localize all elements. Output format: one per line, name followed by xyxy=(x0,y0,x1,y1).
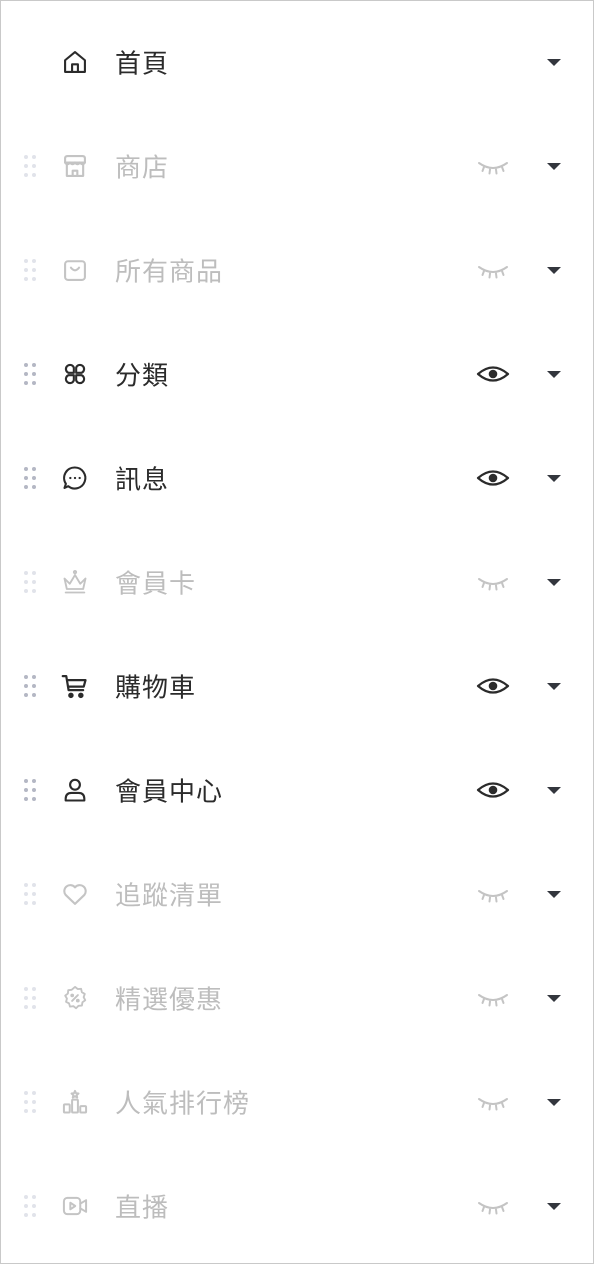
menu-item-label: 會員卡 xyxy=(115,569,197,600)
menu-item-label: 訊息 xyxy=(115,465,170,496)
drag-handle-icon[interactable] xyxy=(24,259,38,281)
eye-closed-icon[interactable] xyxy=(475,880,511,908)
eye-open-icon[interactable] xyxy=(475,776,511,804)
menu-item-label: 首頁 xyxy=(115,49,170,80)
store-icon xyxy=(61,152,89,180)
caret-down-icon[interactable] xyxy=(547,163,561,170)
menu-item[interactable]: 分類 xyxy=(1,322,593,426)
drag-handle-icon[interactable] xyxy=(24,883,38,905)
drag-handle-icon[interactable] xyxy=(24,1091,38,1113)
discount-badge-icon xyxy=(61,984,89,1012)
caret-down-icon[interactable] xyxy=(547,787,561,794)
menu-item[interactable]: 商店 xyxy=(1,114,593,218)
video-camera-icon xyxy=(61,1192,89,1220)
cart-icon xyxy=(61,672,89,700)
menu-item-label: 會員中心 xyxy=(115,777,224,808)
caret-down-icon[interactable] xyxy=(547,267,561,274)
caret-down-icon[interactable] xyxy=(547,579,561,586)
drag-handle-icon[interactable] xyxy=(24,987,38,1009)
drag-handle-icon[interactable] xyxy=(24,1195,38,1217)
caret-down-icon[interactable] xyxy=(547,59,561,66)
drag-handle-icon[interactable] xyxy=(24,467,38,489)
category-grid-icon xyxy=(61,360,89,388)
eye-open-icon[interactable] xyxy=(475,360,511,388)
caret-down-icon[interactable] xyxy=(547,1203,561,1210)
menu-settings-panel: 首頁商店所有商品分類訊息會員卡購物車會員中心追蹤清單精選優惠人氣排行榜直播 xyxy=(0,0,594,1264)
heart-icon xyxy=(61,880,89,908)
menu-item-label: 追蹤清單 xyxy=(115,881,224,912)
caret-down-icon[interactable] xyxy=(547,891,561,898)
menu-item-label: 直播 xyxy=(115,1193,170,1224)
caret-down-icon[interactable] xyxy=(547,1099,561,1106)
drag-handle-icon[interactable] xyxy=(24,571,38,593)
ranking-podium-icon xyxy=(61,1088,89,1116)
drag-handle-icon[interactable] xyxy=(24,675,38,697)
eye-open-icon[interactable] xyxy=(475,672,511,700)
menu-item[interactable]: 會員中心 xyxy=(1,738,593,842)
menu-item-label: 精選優惠 xyxy=(115,985,224,1016)
menu-list: 首頁商店所有商品分類訊息會員卡購物車會員中心追蹤清單精選優惠人氣排行榜直播 xyxy=(1,10,593,1258)
eye-open-icon[interactable] xyxy=(475,464,511,492)
menu-item-label: 分類 xyxy=(115,361,170,392)
user-icon xyxy=(61,776,89,804)
drag-handle-icon[interactable] xyxy=(24,779,38,801)
caret-down-icon[interactable] xyxy=(547,371,561,378)
menu-item[interactable]: 首頁 xyxy=(1,10,593,114)
menu-item[interactable]: 訊息 xyxy=(1,426,593,530)
menu-item-label: 購物車 xyxy=(115,673,197,704)
menu-item-label: 商店 xyxy=(115,153,170,184)
menu-item-label: 所有商品 xyxy=(115,257,224,288)
crown-icon xyxy=(61,568,89,596)
eye-closed-icon[interactable] xyxy=(475,1088,511,1116)
caret-down-icon[interactable] xyxy=(547,475,561,482)
eye-closed-icon[interactable] xyxy=(475,1192,511,1220)
eye-closed-icon[interactable] xyxy=(475,984,511,1012)
caret-down-icon[interactable] xyxy=(547,683,561,690)
menu-item[interactable]: 人氣排行榜 xyxy=(1,1050,593,1154)
menu-item[interactable]: 購物車 xyxy=(1,634,593,738)
menu-item[interactable]: 精選優惠 xyxy=(1,946,593,1050)
menu-item[interactable]: 所有商品 xyxy=(1,218,593,322)
drag-handle-icon[interactable] xyxy=(24,155,38,177)
drag-handle-icon[interactable] xyxy=(24,363,38,385)
menu-item[interactable]: 會員卡 xyxy=(1,530,593,634)
chat-bubble-icon xyxy=(61,464,89,492)
menu-item[interactable]: 追蹤清單 xyxy=(1,842,593,946)
bag-icon xyxy=(61,256,89,284)
menu-item-label: 人氣排行榜 xyxy=(115,1089,251,1120)
home-icon xyxy=(61,48,89,76)
eye-closed-icon[interactable] xyxy=(475,256,511,284)
eye-closed-icon[interactable] xyxy=(475,152,511,180)
eye-closed-icon[interactable] xyxy=(475,568,511,596)
menu-item[interactable]: 直播 xyxy=(1,1154,593,1258)
caret-down-icon[interactable] xyxy=(547,995,561,1002)
